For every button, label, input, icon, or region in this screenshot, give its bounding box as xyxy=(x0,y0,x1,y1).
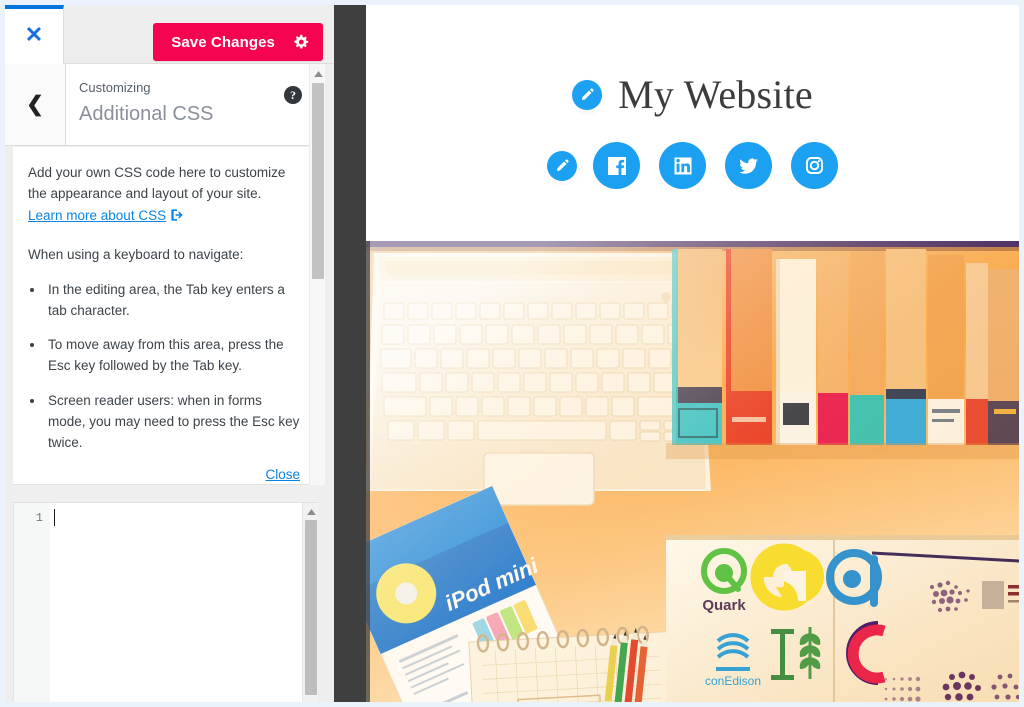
screenshot-root: ✕ Save Changes ❮ Customizing Additional … xyxy=(0,0,1024,707)
section-title-block: Customizing Additional CSS xyxy=(79,80,214,129)
text-caret xyxy=(54,509,55,526)
help-description-panel: Add your own CSS code here to customize … xyxy=(13,147,318,485)
chevron-left-icon: ❮ xyxy=(26,93,44,116)
instagram-icon[interactable] xyxy=(791,142,838,189)
learn-more-about-css-link[interactable]: Learn more about CSS xyxy=(28,208,166,223)
line-number: 1 xyxy=(35,511,43,525)
customizer-section-header: ❮ Customizing Additional CSS ? xyxy=(5,64,318,146)
close-x-icon: ✕ xyxy=(24,22,44,47)
keyboard-hints-list: In the editing area, the Tab key enters … xyxy=(45,279,302,453)
close-help-link[interactable]: Close xyxy=(265,467,300,482)
site-preview-frame[interactable]: My Website xyxy=(366,5,1019,702)
site-title: My Website xyxy=(618,72,813,117)
keyboard-intro-text: When using a keyboard to navigate: xyxy=(28,246,244,262)
gear-icon xyxy=(293,34,309,50)
list-item: Screen reader users: when in forms mode,… xyxy=(45,390,302,454)
customizer-header: ✕ Save Changes xyxy=(5,5,334,64)
page-title: Additional CSS xyxy=(79,102,214,125)
save-changes-button[interactable]: Save Changes xyxy=(153,23,323,61)
browser-viewport: ✕ Save Changes ❮ Customizing Additional … xyxy=(5,5,1019,702)
list-item: In the editing area, the Tab key enters … xyxy=(45,279,302,321)
back-button[interactable]: ❮ xyxy=(5,64,66,145)
twitter-icon[interactable] xyxy=(725,142,772,189)
linkedin-icon[interactable] xyxy=(659,142,706,189)
editor-scrollbar[interactable] xyxy=(302,503,318,702)
css-code-input[interactable] xyxy=(50,503,303,702)
edit-pencil-icon[interactable] xyxy=(572,79,603,110)
section-eyebrow: Customizing xyxy=(79,80,151,95)
help-intro-text: Add your own CSS code here to customize … xyxy=(28,165,286,201)
facebook-icon[interactable] xyxy=(593,142,640,189)
site-title-row: My Website xyxy=(366,5,1019,118)
help-close-row: Close xyxy=(28,466,302,484)
hero-photo: iPod mini xyxy=(366,241,1019,702)
save-changes-label: Save Changes xyxy=(171,33,275,51)
panel-scrollbar[interactable] xyxy=(309,64,325,485)
close-customizer-button[interactable]: ✕ xyxy=(5,5,64,64)
preview-gutter-strip xyxy=(334,5,366,702)
scroll-up-arrow-icon[interactable] xyxy=(310,67,326,81)
customizer-panel: ✕ Save Changes ❮ Customizing Additional … xyxy=(5,5,334,702)
scroll-up-arrow-icon[interactable] xyxy=(303,505,318,519)
editor-gutter: 1 xyxy=(14,503,50,702)
editor-scrollbar-thumb[interactable] xyxy=(305,520,317,695)
external-link-icon xyxy=(170,208,184,227)
site-header: My Website xyxy=(366,5,1019,241)
help-question-icon[interactable]: ? xyxy=(284,86,302,104)
css-code-editor[interactable]: 1 xyxy=(13,503,318,702)
panel-scrollbar-thumb[interactable] xyxy=(312,83,324,279)
editor-separator-band xyxy=(13,485,318,503)
edit-pencil-icon[interactable] xyxy=(547,150,577,181)
list-item: To move away from this area, press the E… xyxy=(45,334,302,376)
social-links-row xyxy=(366,142,1019,189)
